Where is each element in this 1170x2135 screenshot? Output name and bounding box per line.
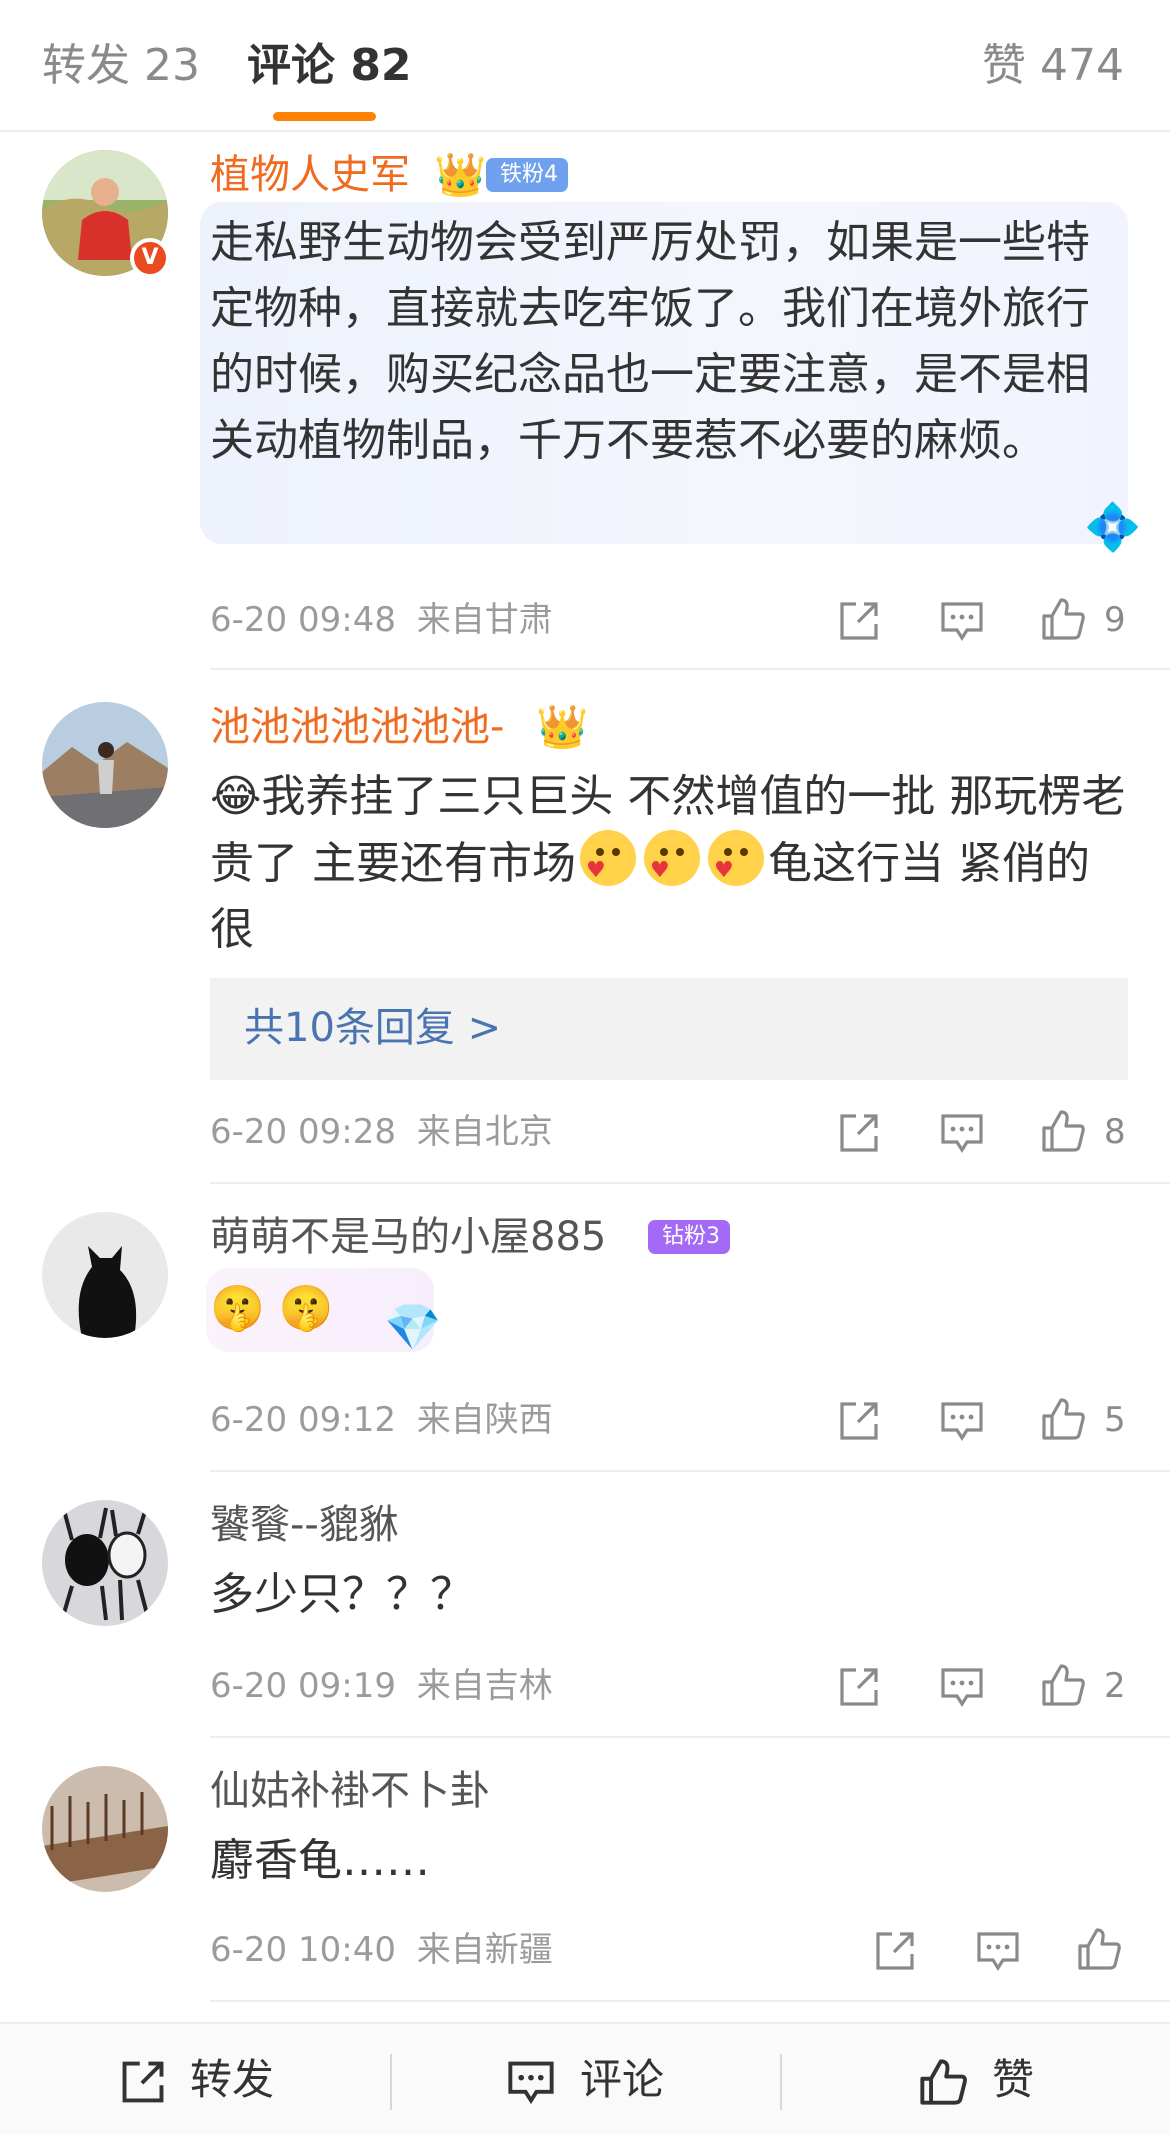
comment-text: 走私野生动物会受到严厉处罚，如果是一些特定物种，直接就去吃牢饭了。我们在境外旅行…	[210, 217, 1090, 466]
comment-text: 🤫 🤫	[210, 1276, 1130, 1342]
divider	[210, 1470, 1170, 1472]
fan-badge[interactable]: 铁粉4	[486, 158, 568, 192]
shush-emoji: 🤫	[278, 1283, 334, 1334]
like-icon[interactable]	[1040, 1396, 1086, 1442]
comment-author[interactable]: 植物人史军	[210, 150, 410, 200]
bottom-action-bar: 转发 评论 赞	[0, 2022, 1170, 2135]
comment-time: 6-20 09:48	[210, 600, 396, 640]
comment-time: 6-20 09:19	[210, 1666, 396, 1706]
like-icon	[920, 2059, 967, 2105]
like-icon[interactable]	[1076, 1926, 1122, 1972]
like-icon[interactable]	[1040, 1108, 1086, 1154]
replies-link[interactable]: 共10条回复 >	[210, 978, 1128, 1080]
avatar[interactable]	[42, 702, 168, 828]
comment-location: 来自吉林	[416, 1666, 553, 1706]
shush-emoji: 🤫	[210, 1283, 265, 1334]
comment-location: 来自新疆	[416, 1930, 553, 1970]
active-tab-indicator	[273, 112, 376, 121]
like-label: 赞	[992, 2055, 1035, 2104]
comment-author[interactable]: 饕餮--貔貅	[210, 1500, 399, 1550]
comment-text: 😂我养挂了三只巨头 不然增值的一批 那玩楞老贵了 主要还有市场 ♥ ♥ ♥ 龟这行当 紧…	[210, 764, 1130, 963]
tab-repost[interactable]: 转发 23	[42, 38, 200, 94]
comment-text: 麝香龟……	[210, 1835, 430, 1886]
divider	[210, 668, 1170, 670]
crying-laughing-emoji: 😂	[210, 771, 262, 822]
avatar[interactable]	[42, 1500, 168, 1626]
like-icon[interactable]	[1040, 596, 1086, 642]
like-icon[interactable]	[1040, 1662, 1086, 1708]
like-count: 2	[1104, 1666, 1126, 1706]
comment-time: 6-20 09:12	[210, 1400, 396, 1440]
avatar[interactable]	[42, 1212, 168, 1338]
fan-badge[interactable]: 钻粉3	[648, 1220, 730, 1254]
tab-likes[interactable]: 赞 474	[982, 38, 1124, 94]
like-count: 8	[1104, 1112, 1126, 1152]
like-button[interactable]: 赞	[782, 2024, 1170, 2135]
comment-location: 来自北京	[416, 1112, 553, 1152]
comment-icon	[508, 2061, 554, 2105]
comment-icon[interactable]	[939, 1398, 985, 1444]
share-icon[interactable]	[836, 1110, 882, 1156]
share-icon[interactable]	[836, 1664, 882, 1710]
divider	[210, 2000, 1170, 2002]
comment-text: 多少只？？？	[210, 1569, 474, 1620]
comment-tabs: 转发 23 评论 82 赞 474	[0, 0, 1170, 132]
share-icon[interactable]	[872, 1928, 918, 1974]
replies-count[interactable]: 共10条回复 >	[244, 1000, 501, 1056]
comment-icon[interactable]	[939, 1110, 985, 1156]
blush-emoji: ♥	[580, 830, 636, 886]
like-count: 5	[1104, 1400, 1126, 1440]
comment-icon[interactable]	[975, 1928, 1021, 1974]
comment-time: 6-20 09:28	[210, 1112, 396, 1152]
comment-author[interactable]: 仙姑补褂不卜卦	[210, 1766, 490, 1816]
crown-icon: 👑	[536, 702, 589, 751]
avatar[interactable]	[42, 1766, 168, 1892]
comment-location: 来自陕西	[416, 1400, 553, 1440]
comment-icon[interactable]	[939, 598, 985, 644]
blush-emoji: ♥	[708, 830, 764, 886]
diamond-icon: 💠	[1084, 500, 1142, 554]
repost-label: 转发	[190, 2055, 275, 2104]
divider	[210, 1182, 1170, 1184]
repost-button[interactable]: 转发	[0, 2024, 390, 2135]
divider	[210, 1736, 1170, 1738]
share-icon[interactable]	[836, 598, 882, 644]
comment-location: 来自甘肃	[416, 600, 553, 640]
like-count: 9	[1104, 600, 1126, 640]
tab-comments[interactable]: 评论 82	[247, 38, 412, 94]
crown-icon: 👑	[434, 150, 487, 199]
blush-emoji: ♥	[644, 830, 700, 886]
share-icon[interactable]	[836, 1398, 882, 1444]
comment-icon[interactable]	[939, 1664, 985, 1710]
comment-time: 6-20 10:40	[210, 1930, 396, 1970]
comment-label: 评论	[580, 2055, 665, 2104]
comment-author[interactable]: 萌萌不是马的小屋885	[210, 1212, 606, 1262]
share-icon	[122, 2061, 164, 2103]
comment-button[interactable]: 评论	[392, 2024, 780, 2135]
comment-author[interactable]: 池池池池池池池-	[210, 702, 504, 752]
verified-badge: V	[130, 238, 170, 278]
